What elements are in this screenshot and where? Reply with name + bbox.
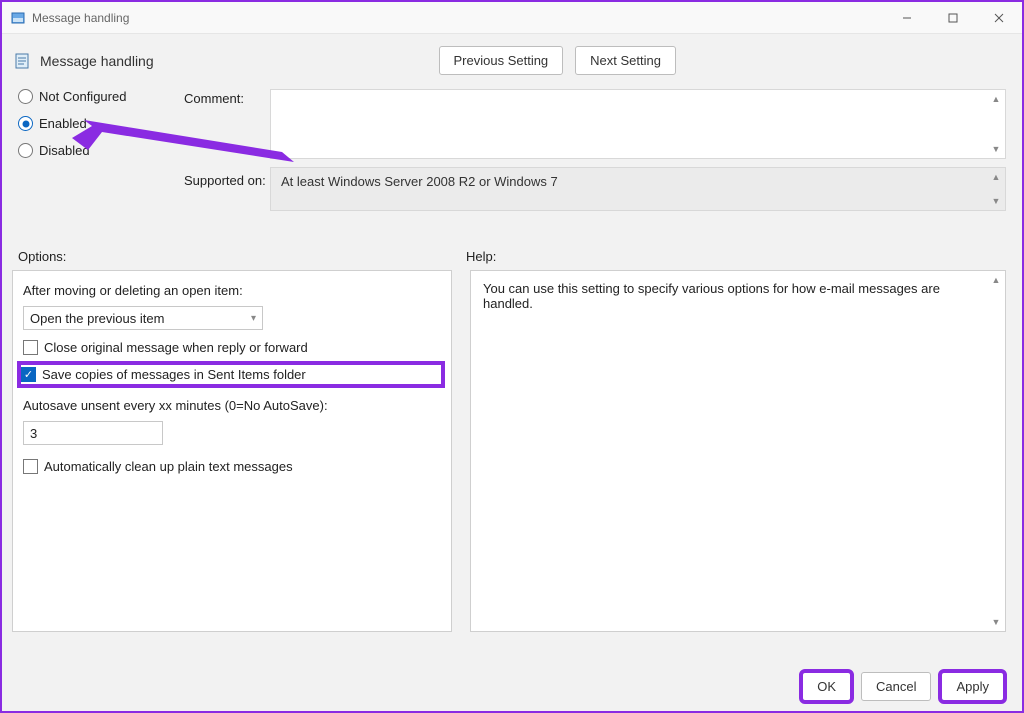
radio-disabled[interactable]: Disabled bbox=[18, 143, 178, 158]
lower-split: After moving or deleting an open item: O… bbox=[2, 270, 1022, 632]
save-copies-checkbox-row[interactable]: Save copies of messages in Sent Items fo… bbox=[21, 365, 441, 384]
scroll-up-icon[interactable] bbox=[989, 273, 1003, 287]
after-move-label: After moving or deleting an open item: bbox=[23, 283, 441, 298]
app-icon bbox=[10, 10, 26, 26]
window-controls bbox=[884, 2, 1022, 34]
checkbox-label: Save copies of messages in Sent Items fo… bbox=[42, 367, 306, 382]
config-section: Not Configured Enabled Disabled Comment:… bbox=[2, 79, 1022, 235]
policy-icon bbox=[14, 52, 32, 70]
help-text: You can use this setting to specify vari… bbox=[483, 281, 940, 311]
comment-label: Comment: bbox=[184, 89, 264, 106]
close-button[interactable] bbox=[976, 2, 1022, 34]
chevron-down-icon: ▾ bbox=[251, 313, 256, 324]
help-panel: You can use this setting to specify vari… bbox=[470, 270, 1006, 632]
cancel-button[interactable]: Cancel bbox=[861, 672, 931, 701]
checkbox-icon bbox=[23, 459, 38, 474]
select-value: Open the previous item bbox=[30, 311, 164, 326]
comment-textarea[interactable] bbox=[270, 89, 1006, 159]
radio-label: Not Configured bbox=[39, 89, 126, 104]
radio-icon bbox=[18, 89, 33, 104]
after-move-select[interactable]: Open the previous item ▾ bbox=[23, 306, 263, 330]
checkbox-icon bbox=[23, 340, 38, 355]
help-label: Help: bbox=[466, 249, 1006, 264]
scroll-down-icon[interactable] bbox=[989, 142, 1003, 156]
ok-button[interactable]: OK bbox=[802, 672, 851, 701]
minimize-button[interactable] bbox=[884, 2, 930, 34]
radio-label: Disabled bbox=[39, 143, 90, 158]
checkbox-icon bbox=[21, 367, 36, 382]
scroll-up-icon[interactable] bbox=[989, 170, 1003, 184]
policy-name: Message handling bbox=[40, 53, 154, 69]
scroll-down-icon[interactable] bbox=[989, 194, 1003, 208]
next-setting-button[interactable]: Next Setting bbox=[575, 46, 676, 75]
supported-on-box: At least Windows Server 2008 R2 or Windo… bbox=[270, 167, 1006, 211]
header-row: Message handling Previous Setting Next S… bbox=[2, 34, 1022, 79]
apply-button[interactable]: Apply bbox=[941, 672, 1004, 701]
close-original-checkbox-row[interactable]: Close original message when reply or for… bbox=[23, 340, 441, 355]
previous-setting-button[interactable]: Previous Setting bbox=[439, 46, 564, 75]
titlebar: Message handling bbox=[2, 2, 1022, 34]
radio-enabled[interactable]: Enabled bbox=[18, 116, 178, 131]
autosave-input[interactable]: 3 bbox=[23, 421, 163, 445]
scroll-up-icon[interactable] bbox=[989, 92, 1003, 106]
scroll-down-icon[interactable] bbox=[989, 615, 1003, 629]
state-radio-group: Not Configured Enabled Disabled bbox=[18, 89, 178, 158]
radio-icon bbox=[18, 143, 33, 158]
autosave-label: Autosave unsent every xx minutes (0=No A… bbox=[23, 398, 441, 413]
dialog-buttons: OK Cancel Apply bbox=[802, 672, 1004, 701]
radio-not-configured[interactable]: Not Configured bbox=[18, 89, 178, 104]
autosave-value: 3 bbox=[30, 426, 37, 441]
checkbox-label: Automatically clean up plain text messag… bbox=[44, 459, 293, 474]
supported-on-value: At least Windows Server 2008 R2 or Windo… bbox=[281, 174, 558, 189]
auto-clean-checkbox-row[interactable]: Automatically clean up plain text messag… bbox=[23, 459, 441, 474]
checkbox-label: Close original message when reply or for… bbox=[44, 340, 308, 355]
options-label: Options: bbox=[18, 249, 466, 264]
radio-label: Enabled bbox=[39, 116, 87, 131]
maximize-button[interactable] bbox=[930, 2, 976, 34]
options-panel: After moving or deleting an open item: O… bbox=[12, 270, 452, 632]
supported-on-label: Supported on: bbox=[184, 167, 264, 188]
window-title: Message handling bbox=[32, 11, 129, 25]
section-labels: Options: Help: bbox=[2, 235, 1022, 270]
radio-icon bbox=[18, 116, 33, 131]
